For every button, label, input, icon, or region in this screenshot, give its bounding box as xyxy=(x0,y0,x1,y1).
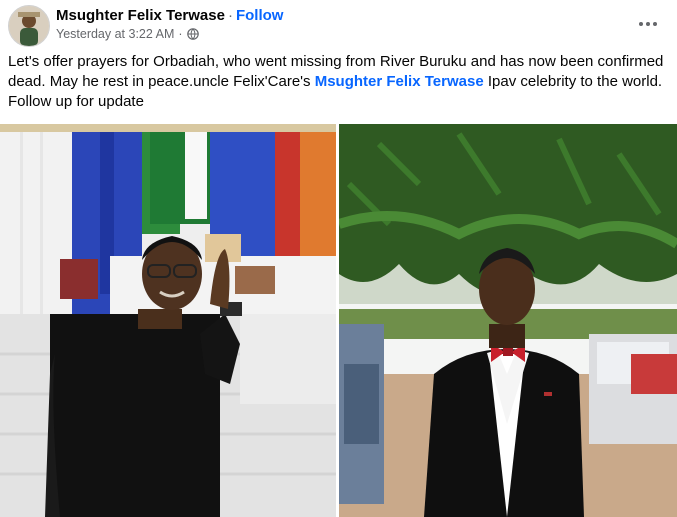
separator-dot: · xyxy=(227,7,233,24)
author-name[interactable]: Msughter Felix Terwase xyxy=(56,7,225,24)
follow-button[interactable]: Follow xyxy=(236,7,284,24)
more-options-icon[interactable] xyxy=(633,14,663,34)
photo-right[interactable] xyxy=(339,124,677,517)
globe-icon xyxy=(186,28,199,40)
photo-grid xyxy=(0,124,677,517)
facebook-post: Msughter Felix Terwase · Follow Yesterday … xyxy=(0,0,677,517)
author-avatar[interactable] xyxy=(8,5,50,47)
post-meta: Yesterday at 3:22 AM · xyxy=(56,27,199,41)
meta-separator: · xyxy=(178,27,183,41)
post-timestamp[interactable]: Yesterday at 3:22 AM xyxy=(56,27,174,41)
mention-link[interactable]: Msughter Felix Terwase xyxy=(315,73,484,90)
post-text: Let's offer prayers for Orbadiah, who we… xyxy=(8,52,668,112)
photo-left[interactable] xyxy=(0,124,336,517)
post-header: Msughter Felix Terwase · Follow Yesterday … xyxy=(0,0,677,47)
